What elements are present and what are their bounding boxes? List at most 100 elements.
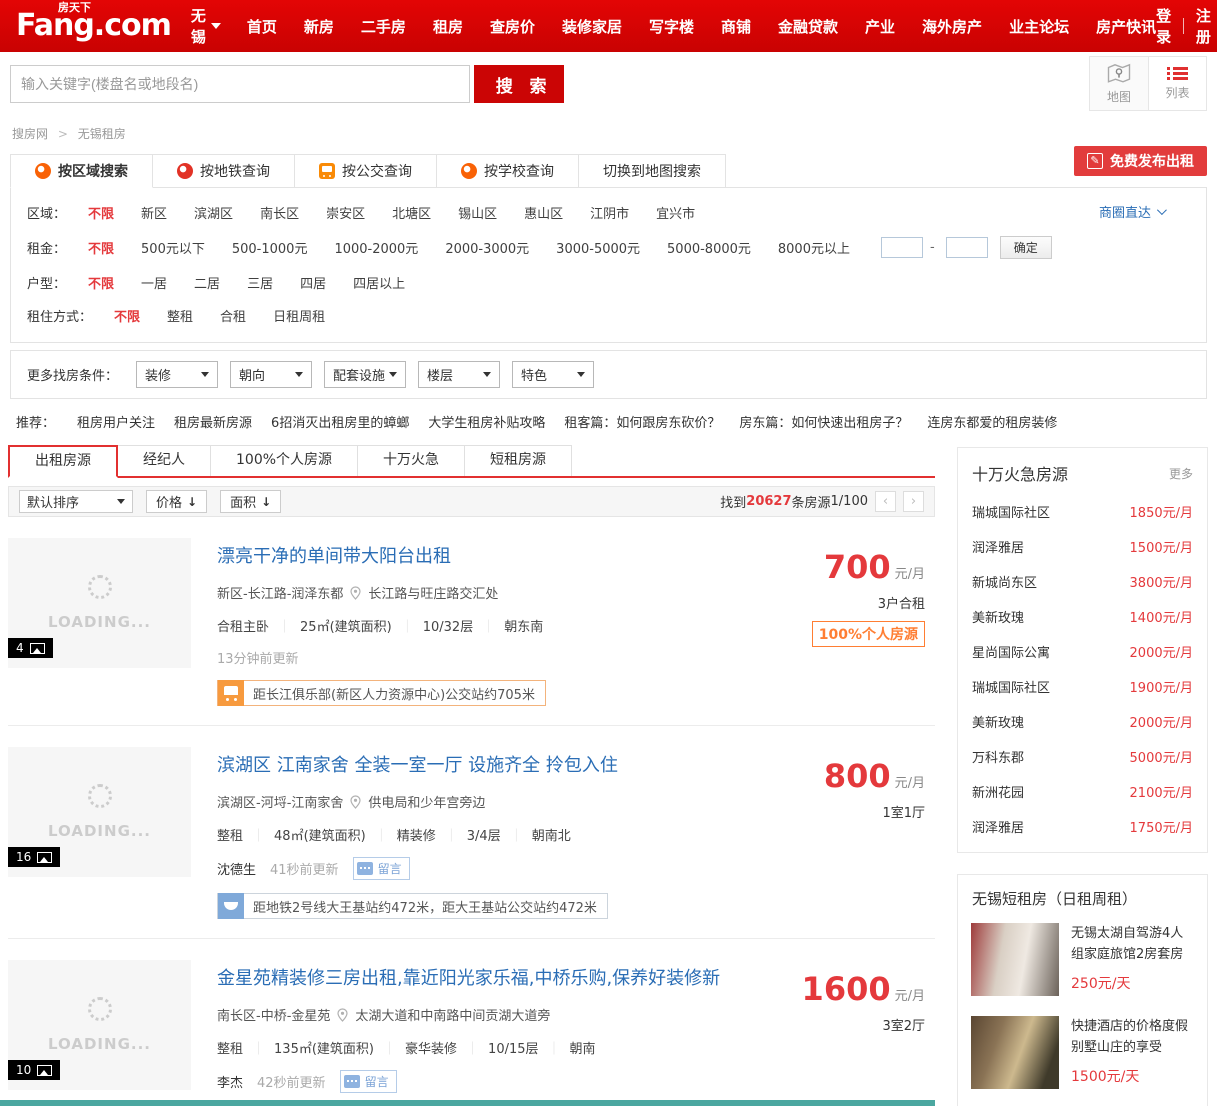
login-link[interactable]: 登录 — [1156, 5, 1171, 47]
list-view-button[interactable]: 列表 — [1148, 57, 1206, 110]
rent-min-input[interactable] — [880, 237, 923, 258]
filter-dropdown[interactable]: 楼层 — [418, 361, 501, 388]
nav-item[interactable]: 装修家居 — [562, 16, 622, 37]
short-rent-item[interactable]: 快捷酒店的价格度假别墅山庄的享受 1500元/天 — [958, 1006, 1207, 1099]
urgent-list-item[interactable]: 瑞城国际社区 1850元/月 — [958, 494, 1207, 529]
nav-item[interactable]: 业主论坛 — [1009, 16, 1069, 37]
search-input[interactable] — [10, 65, 470, 103]
rent-confirm-button[interactable]: 确定 — [999, 236, 1052, 259]
search-button[interactable]: 搜 索 — [474, 65, 565, 103]
listing-title-link[interactable]: 漂亮干净的单间带大阳台出租 — [217, 542, 451, 568]
urgent-list-item[interactable]: 润泽雅居 1500元/月 — [958, 529, 1207, 564]
recommend-link[interactable]: 租客篇：如何跟房东砍价？ — [564, 412, 720, 431]
recommend-link[interactable]: 租房最新房源 — [174, 412, 252, 431]
nav-item[interactable]: 房产快讯 — [1096, 16, 1156, 37]
urgent-list-item[interactable]: 新城尚东区 3800元/月 — [958, 564, 1207, 599]
region-option[interactable]: 不限 — [88, 203, 114, 222]
rent-mode-option[interactable]: 日租周租 — [273, 306, 325, 325]
nav-item[interactable]: 首页 — [247, 16, 277, 37]
rent-option[interactable]: 8000元以上 — [778, 238, 850, 257]
region-option[interactable]: 滨湖区 — [194, 203, 233, 222]
rent-option[interactable]: 500元以下 — [141, 238, 205, 257]
urgent-list-item[interactable]: 瑞城国际社区 1900元/月 — [958, 669, 1207, 704]
nav-item[interactable]: 金融贷款 — [778, 16, 838, 37]
rent-option[interactable]: 500-1000元 — [232, 238, 308, 257]
urgent-list-item[interactable]: 润泽雅居 1750元/月 — [958, 809, 1207, 844]
layout-option[interactable]: 一居 — [141, 273, 167, 292]
tab-short-rent[interactable]: 短租房源 — [465, 445, 573, 476]
rent-mode-option[interactable]: 不限 — [114, 306, 140, 325]
layout-option[interactable]: 三居 — [247, 273, 273, 292]
rent-mode-option[interactable]: 整租 — [167, 306, 193, 325]
next-page-button[interactable]: › — [903, 491, 924, 512]
filter-dropdown[interactable]: 装修 — [136, 361, 219, 388]
listing-area-link[interactable]: 新区-长江路-润泽东都 — [217, 583, 343, 602]
tab-rental-listings[interactable]: 出租房源 — [8, 445, 118, 478]
site-logo[interactable]: 房天下 Fang.com — [16, 1, 172, 50]
urgent-list-item[interactable]: 万科东郡 5000元/月 — [958, 739, 1207, 774]
tab-search-by-bus[interactable]: 按公交查询 — [295, 154, 437, 188]
listing-photo-placeholder[interactable]: LOADING... 4 — [8, 538, 191, 668]
listing-photo-placeholder[interactable]: LOADING... 16 — [8, 747, 191, 877]
agent-name[interactable]: 李杰 — [217, 1072, 243, 1091]
publish-listing-button[interactable]: ✎ 免费发布出租 — [1074, 146, 1207, 176]
recommend-link[interactable]: 大学生租房补贴攻略 — [428, 412, 545, 431]
message-button[interactable]: 留言 — [339, 1070, 397, 1093]
nav-item[interactable]: 查房价 — [490, 16, 535, 37]
sort-by-price-button[interactable]: 价格 ↓ — [146, 490, 208, 513]
rent-option[interactable]: 1000-2000元 — [334, 238, 418, 257]
nav-item[interactable]: 商铺 — [721, 16, 751, 37]
urgent-list-item[interactable]: 星尚国际公寓 2000元/月 — [958, 634, 1207, 669]
rent-max-input[interactable] — [945, 237, 988, 258]
sort-by-area-button[interactable]: 面积 ↓ — [220, 490, 282, 513]
region-option[interactable]: 惠山区 — [524, 203, 563, 222]
city-selector[interactable]: 无锡 — [191, 5, 221, 47]
nav-item[interactable]: 租房 — [433, 16, 463, 37]
listing-title-link[interactable]: 滨湖区 江南家舍 全装一室一厅 设施齐全 拎包入住 — [217, 751, 618, 777]
listing-area-link[interactable]: 南长区-中桥-金星苑 — [217, 1005, 330, 1024]
tab-personal-listings[interactable]: 100%个人房源 — [211, 445, 359, 476]
tab-search-by-region[interactable]: 按区域搜索 — [10, 154, 153, 188]
rent-option[interactable]: 3000-5000元 — [556, 238, 640, 257]
nav-item[interactable]: 新房 — [304, 16, 334, 37]
tab-search-by-metro[interactable]: 按地铁查询 — [153, 154, 295, 188]
nav-item[interactable]: 写字楼 — [649, 16, 694, 37]
recommend-link[interactable]: 租房用户关注 — [77, 412, 155, 431]
nav-item[interactable]: 产业 — [865, 16, 895, 37]
nav-item[interactable]: 二手房 — [361, 16, 406, 37]
breadcrumb-home[interactable]: 搜房网 — [12, 127, 48, 141]
sort-order-select[interactable]: 默认排序 — [19, 490, 133, 513]
region-option[interactable]: 北塘区 — [392, 203, 431, 222]
rent-option[interactable]: 5000-8000元 — [667, 238, 751, 257]
filter-dropdown[interactable]: 配套设施 — [324, 361, 407, 388]
recommend-link[interactable]: 连房东都爱的租房装修 — [927, 412, 1057, 431]
business-district-link[interactable]: 商圈直达 — [1099, 202, 1167, 221]
rent-option[interactable]: 不限 — [88, 238, 114, 257]
region-option[interactable]: 南长区 — [260, 203, 299, 222]
layout-option[interactable]: 四居以上 — [353, 273, 405, 292]
prev-page-button[interactable]: ‹ — [875, 491, 896, 512]
urgent-list-item[interactable]: 美新玫瑰 1400元/月 — [958, 599, 1207, 634]
region-option[interactable]: 江阴市 — [590, 203, 629, 222]
map-view-button[interactable]: 地图 — [1090, 57, 1148, 110]
filter-dropdown[interactable]: 朝向 — [230, 361, 313, 388]
rent-option[interactable]: 2000-3000元 — [445, 238, 529, 257]
recommend-link[interactable]: 房东篇：如何快速出租房子？ — [739, 412, 908, 431]
register-link[interactable]: 注册 — [1196, 5, 1211, 47]
listing-title-link[interactable]: 金星苑精装修三房出租,靠近阳光家乐福,中桥乐购,保养好装修新 — [217, 964, 720, 990]
listing-area-link[interactable]: 滨湖区-河埒-江南家舍 — [217, 792, 343, 811]
tab-agents[interactable]: 经纪人 — [118, 445, 211, 476]
recommend-link[interactable]: 6招消灭出租房里的蟑螂 — [271, 412, 409, 431]
tab-urgent[interactable]: 十万火急 — [358, 445, 466, 476]
layout-option[interactable]: 二居 — [194, 273, 220, 292]
urgent-more-link[interactable]: 更多 — [1169, 465, 1193, 482]
message-button[interactable]: 留言 — [352, 857, 410, 880]
urgent-list-item[interactable]: 美新玫瑰 2000元/月 — [958, 704, 1207, 739]
layout-option[interactable]: 四居 — [300, 273, 326, 292]
region-option[interactable]: 新区 — [141, 203, 167, 222]
filter-dropdown[interactable]: 特色 — [512, 361, 595, 388]
tab-search-by-school[interactable]: 按学校查询 — [437, 154, 579, 188]
region-option[interactable]: 宜兴市 — [656, 203, 695, 222]
short-rent-item[interactable]: 无锡太湖自驾游4人组家庭旅馆2房套房 250元/天 — [958, 913, 1207, 1006]
tab-switch-to-map-search[interactable]: 切换到地图搜索 — [579, 154, 726, 188]
